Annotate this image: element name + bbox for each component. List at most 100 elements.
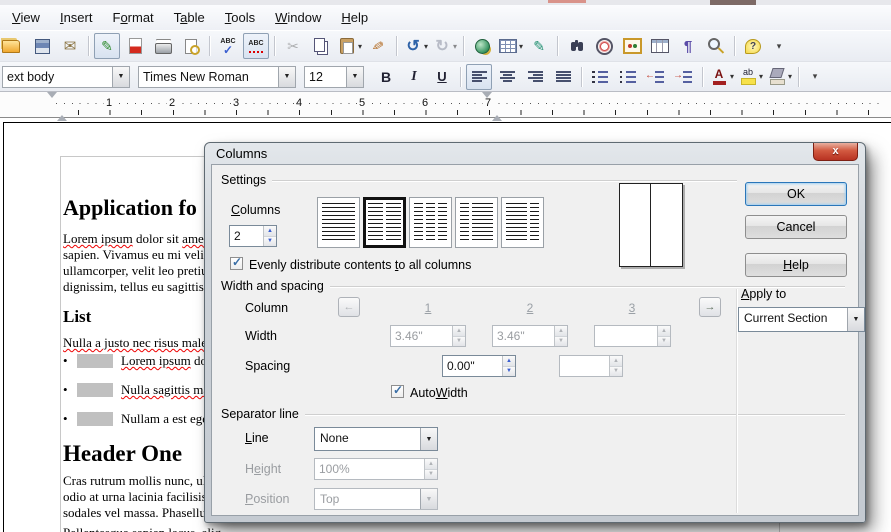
help-button[interactable] [740,33,766,59]
chevron-down-icon[interactable] [112,67,129,87]
paragraph-style-combo[interactable]: ext body [2,66,130,88]
toolbar-overflow-button[interactable] [768,35,790,57]
font-color-dropdown-arrow[interactable]: ▾ [730,72,734,81]
dialog-title[interactable]: Columns [216,146,267,161]
navigator-button[interactable] [591,33,617,59]
font-size-combo[interactable]: 12 [304,66,364,88]
chevron-down-icon[interactable] [346,67,363,87]
gallery-button[interactable] [619,33,645,59]
open-button[interactable] [1,33,27,59]
stepper-arrows[interactable]: ▲▼ [263,226,276,246]
paste-button[interactable]: ▾ [336,33,363,59]
chevron-down-icon[interactable] [420,428,437,450]
undo-dropdown-arrow[interactable]: ▾ [424,42,428,51]
email-button[interactable] [57,33,83,59]
autowidth-label[interactable]: AutoWidth [410,386,468,400]
font-color-button[interactable]: ▾ [708,64,735,90]
distribute-checkbox[interactable]: ✓ [230,257,243,270]
undo-button[interactable]: ▾ [402,33,429,59]
hyperlink-button[interactable] [469,33,495,59]
highlighting-dropdown-arrow[interactable]: ▾ [759,72,763,81]
menu-view[interactable]: View [2,7,50,28]
font-name-combo[interactable]: Times New Roman [138,66,296,88]
align-left-button[interactable] [466,64,492,90]
stepper-arrows[interactable]: ▲▼ [502,356,515,376]
text-run: dignissim, tellus eu sagittis pe [63,279,219,294]
formatting-marks-button[interactable] [675,33,701,59]
height-field: 100% ▲▼ [314,458,438,480]
background-color-dropdown-arrow[interactable]: ▾ [788,72,792,81]
underline-button[interactable] [429,64,455,90]
align-center-button[interactable] [494,64,520,90]
print-preview-button[interactable] [178,33,204,59]
stepper-down-icon: ▼ [453,337,465,347]
zoom-button[interactable] [703,33,729,59]
print-button[interactable] [150,33,176,59]
copy-button[interactable] [308,33,334,59]
stepper-down-icon: ▼ [425,470,437,480]
left-margin-marker[interactable] [47,98,57,111]
menu-table[interactable]: Table [164,7,215,28]
cancel-button[interactable]: Cancel [745,215,847,239]
line-style-value: None [315,428,420,450]
export-pdf-button[interactable] [122,33,148,59]
column-number-3: 3 [625,301,639,315]
menu-insert[interactable]: Insert [50,7,103,28]
background-color-button[interactable]: ▾ [766,64,793,90]
toolbar-separator [209,36,210,56]
auto-spellcheck-button[interactable] [243,33,269,59]
align-justified-button[interactable] [550,64,576,90]
align-right-button[interactable] [522,64,548,90]
redo-dropdown-arrow[interactable]: ▾ [453,42,457,51]
draw-functions-button[interactable] [526,33,552,59]
spacing-field-1[interactable]: 0.00" ▲▼ [442,355,516,377]
chevron-down-icon[interactable] [847,308,864,331]
preset-right-narrow[interactable] [501,197,544,248]
toolbar-overflow-button[interactable] [804,66,826,88]
chevron-down-icon[interactable] [278,67,295,87]
autowidth-checkbox[interactable]: ✓ [391,385,404,398]
save-button[interactable] [29,33,55,59]
position-value: Top [315,489,420,509]
distribute-checkbox-label[interactable]: Evenly distribute contents to all column… [249,258,471,272]
paste-dropdown-arrow[interactable]: ▾ [358,42,362,51]
menu-help[interactable]: Help [331,7,378,28]
clone-formatting-button[interactable] [365,33,391,59]
preset-one-column[interactable] [317,197,360,248]
menu-window[interactable]: Window [265,7,331,28]
arrow-right-icon: → [705,301,716,313]
decrease-indent-button[interactable] [643,64,669,90]
highlighting-button[interactable]: ▾ [737,64,764,90]
data-sources-button[interactable] [647,33,673,59]
right-margin-marker[interactable] [482,98,492,111]
close-button[interactable]: x [813,143,858,161]
preset-two-columns[interactable] [363,197,406,248]
table-button[interactable]: ▾ [497,33,524,59]
table-dropdown-arrow[interactable]: ▾ [519,42,523,51]
preset-left-narrow[interactable] [455,197,498,248]
height-label: Height [245,462,281,476]
help-button[interactable]: Help [745,253,847,277]
bullet-list-button[interactable] [615,64,641,90]
numbered-list-button[interactable] [587,64,613,90]
italic-button[interactable] [401,64,427,90]
columns-count-stepper[interactable]: 2 ▲▼ [229,225,277,247]
spellcheck-button[interactable] [215,33,241,59]
preset-three-columns[interactable] [409,197,452,248]
find-replace-button[interactable] [563,33,589,59]
separator-line-group: Separator line [221,407,845,421]
edit-file-button[interactable] [94,33,120,59]
align-center-icon [497,67,517,87]
apply-to-dropdown[interactable]: Current Section [738,307,865,332]
menu-format[interactable]: Format [102,7,163,28]
menu-tools[interactable]: Tools [215,7,265,28]
check-icon: ✓ [393,383,403,397]
ok-button[interactable]: OK [745,182,847,206]
spacing-value-1: 0.00" [443,356,502,376]
bold-button[interactable] [373,64,399,90]
line-style-dropdown[interactable]: None [314,427,438,451]
spacing-value-2 [560,356,609,376]
italic-icon [404,67,424,87]
increase-indent-button[interactable] [671,64,697,90]
next-column-button[interactable]: → [699,297,721,317]
